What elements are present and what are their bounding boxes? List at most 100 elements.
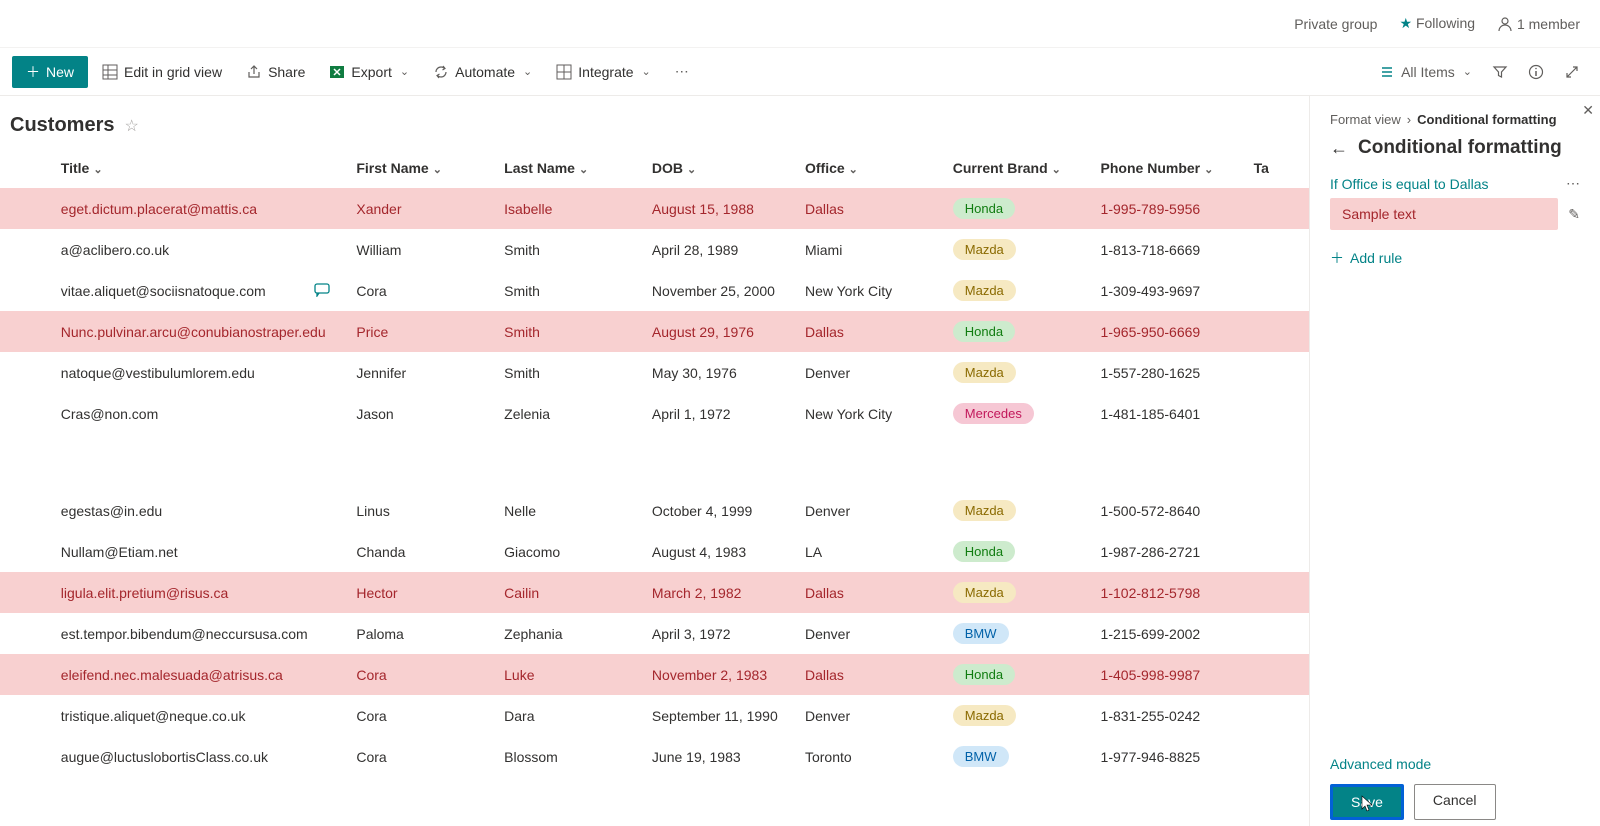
- table-row[interactable]: Nullam@Etiam.netChandaGiacomoAugust 4, 1…: [0, 531, 1309, 572]
- cell-office: LA: [797, 531, 945, 572]
- expand-icon: [1564, 64, 1580, 80]
- table-row[interactable]: augue@luctuslobortisClass.co.ukCoraBloss…: [0, 736, 1309, 777]
- chevron-down-icon: ⌄: [642, 65, 651, 78]
- cell-first-name: Hector: [348, 572, 496, 613]
- cell-dob: March 2, 1982: [644, 572, 797, 613]
- cell-dob: August 29, 1976: [644, 311, 797, 352]
- table-row[interactable]: natoque@vestibulumlorem.eduJenniferSmith…: [0, 352, 1309, 393]
- back-arrow-icon[interactable]: ←: [1330, 138, 1348, 159]
- table-row[interactable]: a@aclibero.co.ukWilliamSmithApril 28, 19…: [0, 229, 1309, 270]
- cell-brand: BMW: [945, 736, 1093, 777]
- list-title-bar: Customers ☆: [0, 96, 1309, 147]
- table-row[interactable]: ligula.elit.pretium@risus.caHectorCailin…: [0, 572, 1309, 613]
- cell-office: Denver: [797, 490, 945, 531]
- cell-dob: November 25, 2000: [644, 270, 797, 311]
- add-rule-button[interactable]: ＋ Add rule: [1330, 248, 1580, 268]
- cell-office: Denver: [797, 695, 945, 736]
- integrate-button[interactable]: Integrate ⌄: [546, 58, 660, 86]
- cell-first-name: Linus: [348, 490, 496, 531]
- edit-grid-button[interactable]: Edit in grid view: [92, 58, 232, 86]
- cell-first-name: Price: [348, 311, 496, 352]
- new-button[interactable]: ＋ New: [12, 56, 88, 88]
- cell-brand: Honda: [945, 311, 1093, 352]
- edit-style-icon[interactable]: ✎: [1568, 206, 1580, 223]
- col-last-name[interactable]: Last Name⌄: [496, 147, 644, 188]
- cell-title: eget.dictum.placerat@mattis.ca: [53, 188, 349, 229]
- cell-office: Dallas: [797, 572, 945, 613]
- advanced-mode-link[interactable]: Advanced mode: [1330, 756, 1580, 772]
- table-row[interactable]: [0, 434, 1309, 490]
- cell-office: Toronto: [797, 736, 945, 777]
- command-bar: ＋ New Edit in grid view Share Export ⌄ A…: [0, 48, 1600, 96]
- breadcrumb: Format view › Conditional formatting: [1330, 112, 1580, 127]
- info-button[interactable]: [1520, 58, 1552, 86]
- automate-button[interactable]: Automate ⌄: [423, 58, 542, 86]
- close-icon[interactable]: ✕: [1582, 102, 1594, 119]
- cell-first-name: Paloma: [348, 613, 496, 654]
- favorite-star-icon[interactable]: ☆: [124, 116, 138, 136]
- cell-dob: May 30, 1976: [644, 352, 797, 393]
- table-row[interactable]: eleifend.nec.malesuada@atrisus.caCoraLuk…: [0, 654, 1309, 695]
- table-row[interactable]: Nunc.pulvinar.arcu@conubianostraper.eduP…: [0, 311, 1309, 352]
- more-button[interactable]: ⋯: [665, 57, 699, 86]
- rule-condition-label[interactable]: If Office is equal to Dallas: [1330, 176, 1488, 192]
- cell-last-name: Luke: [496, 654, 644, 695]
- expand-button[interactable]: [1556, 58, 1588, 86]
- col-brand[interactable]: Current Brand⌄: [945, 147, 1093, 188]
- cell-phone: 1-813-718-6669: [1093, 229, 1246, 270]
- export-button[interactable]: Export ⌄: [319, 58, 419, 86]
- save-button[interactable]: Save: [1330, 784, 1404, 820]
- col-dob[interactable]: DOB⌄: [644, 147, 797, 188]
- col-office[interactable]: Office⌄: [797, 147, 945, 188]
- table-row[interactable]: eget.dictum.placerat@mattis.caXanderIsab…: [0, 188, 1309, 229]
- chevron-right-icon: ›: [1407, 112, 1411, 127]
- cell-office: Dallas: [797, 188, 945, 229]
- table-row[interactable]: egestas@in.eduLinusNelleOctober 4, 1999D…: [0, 490, 1309, 531]
- cell-dob: April 28, 1989: [644, 229, 797, 270]
- excel-icon: [329, 64, 345, 80]
- cell-phone: 1-500-572-8640: [1093, 490, 1246, 531]
- col-phone[interactable]: Phone Number⌄: [1093, 147, 1246, 188]
- table-row[interactable]: est.tempor.bibendum@neccursusa.comPaloma…: [0, 613, 1309, 654]
- breadcrumb-root[interactable]: Format view: [1330, 112, 1401, 127]
- cell-dob: November 2, 1983: [644, 654, 797, 695]
- list-title: Customers: [10, 114, 114, 137]
- list-area: Customers ☆ Title⌄ First Name⌄ Last Name…: [0, 96, 1310, 826]
- filter-button[interactable]: [1484, 58, 1516, 86]
- cell-dob: April 1, 1972: [644, 393, 797, 434]
- cancel-button[interactable]: Cancel: [1414, 784, 1496, 820]
- cell-office: New York City: [797, 270, 945, 311]
- col-ta[interactable]: Ta: [1246, 147, 1309, 188]
- cell-last-name: Nelle: [496, 490, 644, 531]
- table-row[interactable]: Cras@non.comJasonZeleniaApril 1, 1972New…: [0, 393, 1309, 434]
- sample-preview: Sample text: [1330, 198, 1558, 230]
- table-row[interactable]: tristique.aliquet@neque.co.ukCoraDaraSep…: [0, 695, 1309, 736]
- col-first-name[interactable]: First Name⌄: [348, 147, 496, 188]
- rule-more-icon[interactable]: ⋯: [1566, 175, 1580, 192]
- view-selector[interactable]: All Items ⌄: [1371, 58, 1480, 86]
- cell-title: egestas@in.edu: [53, 490, 349, 531]
- following-toggle[interactable]: ★ Following: [1399, 15, 1475, 32]
- comment-icon[interactable]: [314, 283, 330, 297]
- private-group-label: Private group: [1294, 16, 1377, 32]
- format-panel: ✕ Format view › Conditional formatting ←…: [1310, 96, 1600, 826]
- col-title[interactable]: Title⌄: [53, 147, 349, 188]
- automate-icon: [433, 64, 449, 80]
- cell-brand: Mazda: [945, 229, 1093, 270]
- cell-phone: 1-215-699-2002: [1093, 613, 1246, 654]
- cell-first-name: Cora: [348, 736, 496, 777]
- chevron-down-icon: ⌄: [400, 65, 409, 78]
- cell-brand: Mazda: [945, 270, 1093, 311]
- cell-title: natoque@vestibulumlorem.edu: [53, 352, 349, 393]
- cell-last-name: Smith: [496, 270, 644, 311]
- chevron-down-icon: ⌄: [523, 65, 532, 78]
- share-button[interactable]: Share: [236, 58, 315, 86]
- list-icon: [1379, 64, 1395, 80]
- table-row[interactable]: vitae.aliquet@sociisnatoque.comCoraSmith…: [0, 270, 1309, 311]
- cell-last-name: Smith: [496, 311, 644, 352]
- chevron-down-icon: ⌄: [1463, 65, 1472, 78]
- cell-phone: 1-987-286-2721: [1093, 531, 1246, 572]
- cell-last-name: Zephania: [496, 613, 644, 654]
- members-link[interactable]: 1 member: [1497, 16, 1580, 32]
- panel-title: Conditional formatting: [1358, 137, 1562, 159]
